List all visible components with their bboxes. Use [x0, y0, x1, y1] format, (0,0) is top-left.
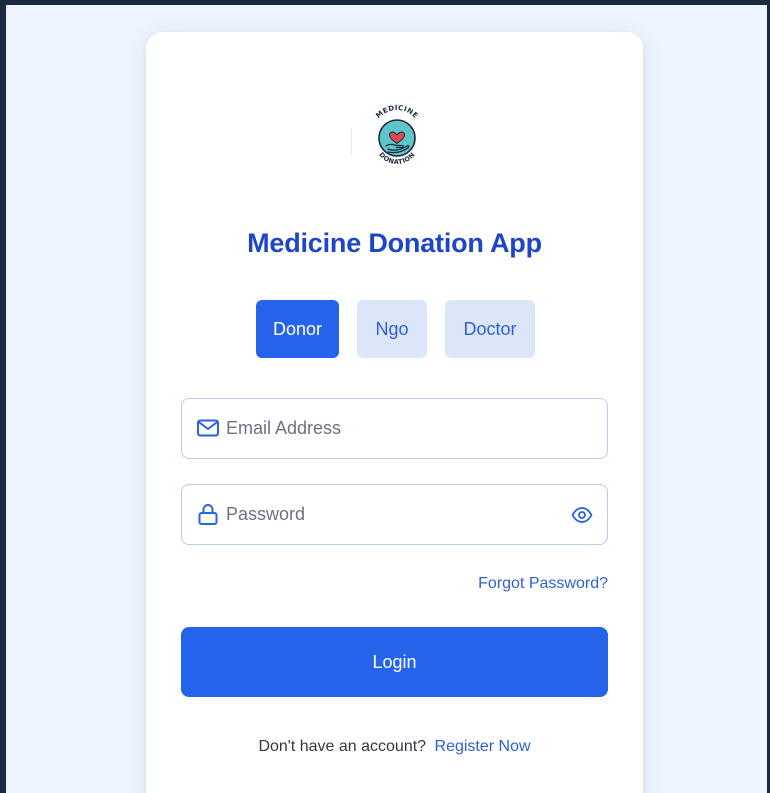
role-tab-ngo[interactable]: Ngo — [357, 300, 427, 358]
svg-text:MEDICINE: MEDICINE — [374, 104, 419, 120]
medicine-donation-logo: MEDICINE DONATION — [374, 104, 419, 166]
email-input[interactable] — [226, 399, 556, 458]
password-input[interactable] — [226, 485, 556, 544]
login-card: MEDICINE DONATION Medicine Donation App … — [146, 32, 643, 793]
mail-icon — [197, 419, 219, 437]
role-tab-doctor[interactable]: Doctor — [445, 300, 535, 358]
forgot-password-link[interactable]: Forgot Password? — [478, 575, 608, 593]
app-frame: MEDICINE DONATION Medicine Donation App … — [0, 0, 770, 793]
role-tab-donor[interactable]: Donor — [256, 300, 339, 358]
register-prompt-row: Don't have an account? Register Now — [146, 738, 643, 756]
register-now-link[interactable]: Register Now — [435, 738, 531, 755]
logo-top-text: MEDICINE — [374, 104, 419, 120]
logo-divider — [351, 128, 352, 154]
password-field[interactable] — [181, 484, 608, 545]
email-field[interactable] — [181, 398, 608, 459]
lock-icon — [198, 504, 218, 525]
eye-icon[interactable] — [571, 505, 593, 525]
register-prompt-text: Don't have an account? — [258, 738, 427, 755]
login-button[interactable]: Login — [181, 627, 608, 697]
app-title: Medicine Donation App — [247, 228, 542, 258]
